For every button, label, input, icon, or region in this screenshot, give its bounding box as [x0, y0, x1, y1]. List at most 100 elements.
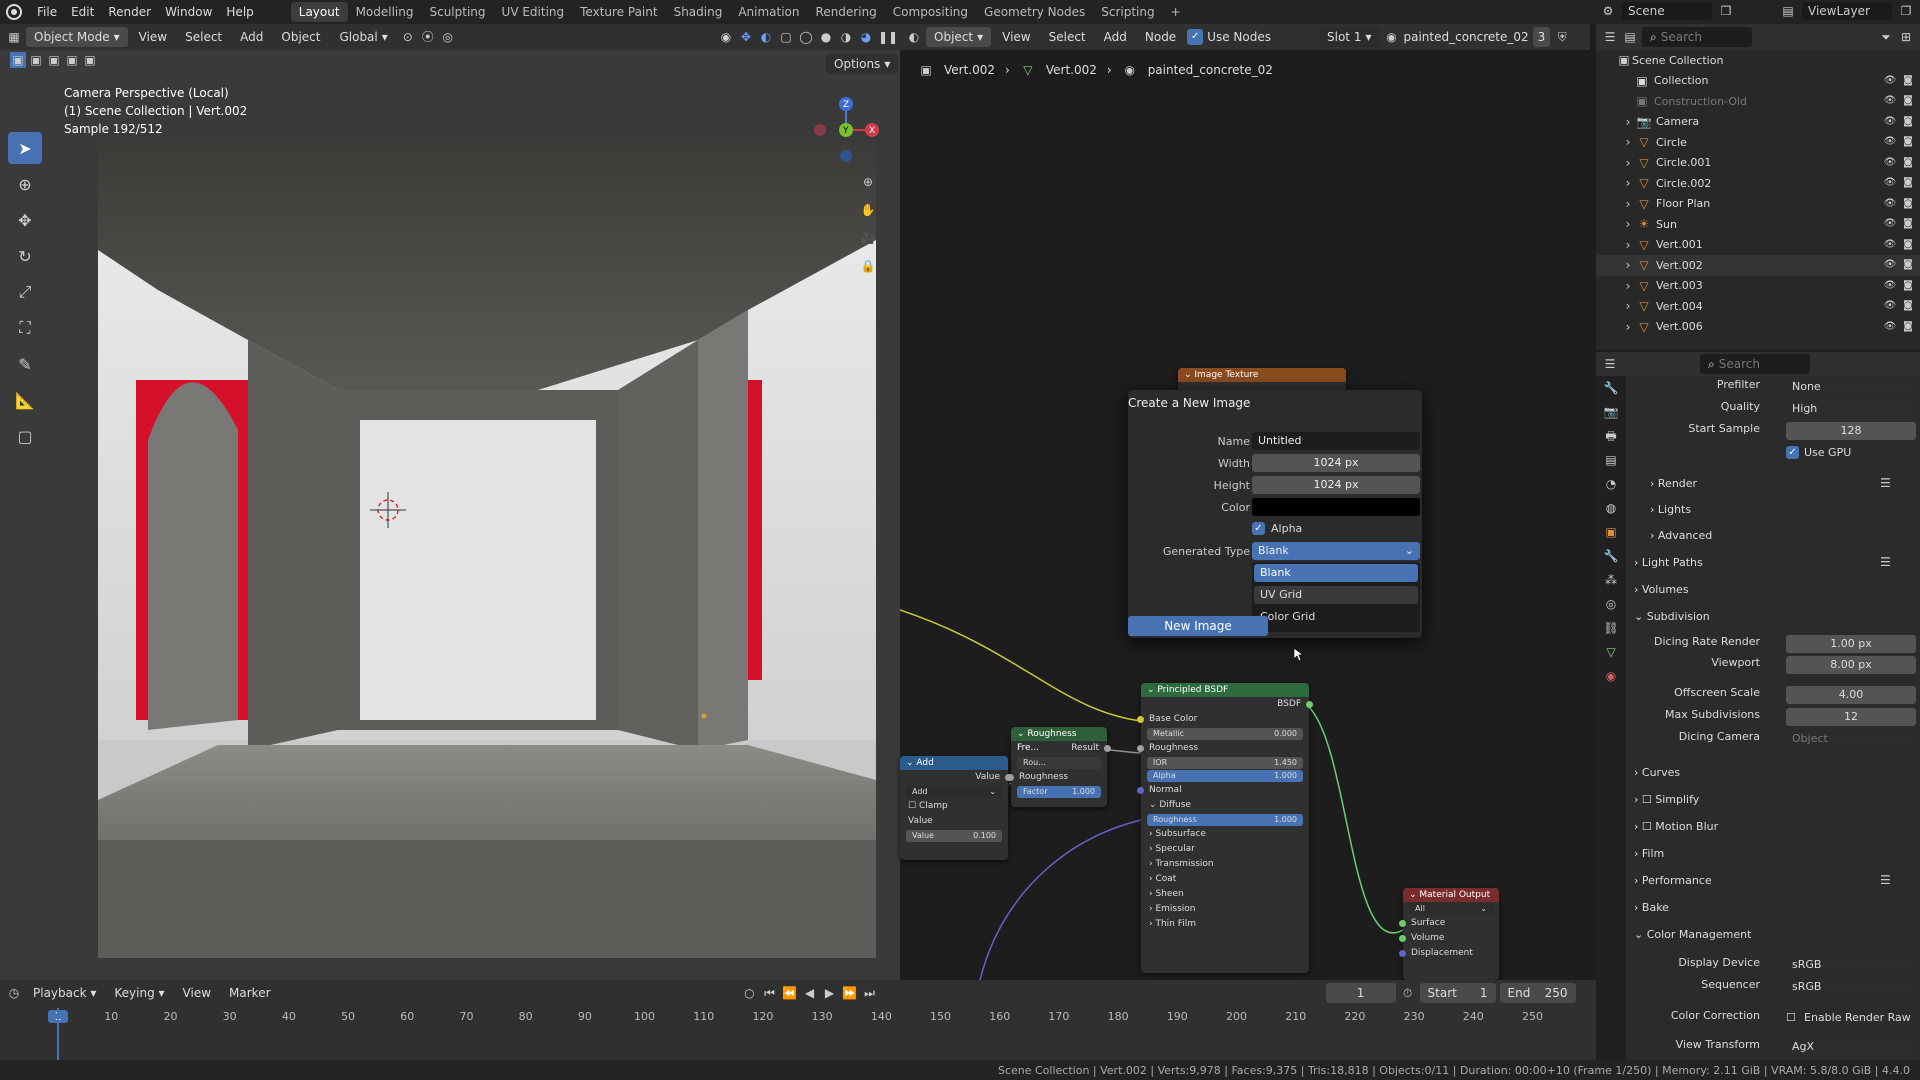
tab-modelling[interactable]: Modelling	[348, 2, 422, 22]
menu-help[interactable]: Help	[219, 5, 260, 19]
render-visibility-icon[interactable]: ◙	[1900, 298, 1916, 314]
select-invert-icon[interactable]: ▣	[64, 52, 80, 68]
constraints-tab-icon[interactable]: ⛓	[1603, 620, 1619, 636]
outliner-item-camera[interactable]: › 📷 Camera 👁 ◙	[1596, 112, 1920, 133]
material-name[interactable]: painted_concrete_02	[1404, 30, 1529, 44]
outliner-item-vert-006[interactable]: › ▽ Vert.006 👁 ◙	[1596, 317, 1920, 338]
orientation-selector[interactable]: Global ▾	[331, 27, 395, 47]
menu-edit[interactable]: Edit	[64, 5, 101, 19]
menu-keying[interactable]: Keying ▾	[107, 984, 171, 1002]
volumes-panel[interactable]: › Volumes	[1634, 583, 1689, 596]
tab-animation[interactable]: Animation	[730, 2, 807, 22]
add-output-socket[interactable]	[1005, 774, 1012, 781]
outliner-item-vert-004[interactable]: › ▽ Vert.004 👁 ◙	[1596, 296, 1920, 317]
stopwatch-icon[interactable]: ⏱	[1400, 985, 1416, 1001]
render-visibility-icon[interactable]: ◙	[1900, 114, 1916, 130]
end-frame-input[interactable]: End 250	[1499, 983, 1576, 1003]
surface-socket[interactable]	[1399, 920, 1406, 927]
physics-tab-icon[interactable]: ◎	[1603, 596, 1619, 612]
new-collection-icon[interactable]: ⊞	[1898, 29, 1914, 45]
tab-texture-paint[interactable]: Texture Paint	[572, 2, 665, 22]
annotate-tool-icon[interactable]: ✎	[8, 348, 42, 380]
playhead[interactable]	[57, 1008, 59, 1066]
tab-geometry-nodes[interactable]: Geometry Nodes	[976, 2, 1093, 22]
jump-end-icon[interactable]: ⏭	[862, 985, 878, 1001]
render-visibility-icon[interactable]: ◙	[1900, 155, 1916, 171]
visibility-eye-icon[interactable]: 👁	[1882, 175, 1898, 191]
render-visibility-icon[interactable]: ◙	[1900, 196, 1916, 212]
expand-chevron-icon[interactable]: ›	[1620, 257, 1636, 273]
bake-panel[interactable]: › Bake	[1634, 901, 1669, 914]
material-output-node[interactable]: ⌄ Material Output All ⌄ Surface Volume Di…	[1399, 888, 1499, 980]
scene-collection-row[interactable]: ▣ Scene Collection	[1596, 50, 1920, 71]
render-subpanel[interactable]: › Render	[1650, 477, 1697, 490]
play-icon[interactable]: ▶	[822, 985, 838, 1001]
outliner-search[interactable]: ⌕ Search	[1642, 27, 1752, 47]
prefilter-dropdown[interactable]: None	[1786, 378, 1916, 396]
camera-view-icon[interactable]: 🎥	[860, 230, 876, 246]
offscreen-input[interactable]: 4.00	[1786, 686, 1916, 704]
use-gpu-checkbox[interactable]: ✓	[1786, 446, 1799, 459]
alpha-checkbox[interactable]: ✓	[1252, 522, 1265, 535]
new-image-button[interactable]: New Image	[1128, 616, 1268, 636]
scene-selector[interactable]: Scene	[1622, 2, 1712, 20]
expand-chevron-icon[interactable]: ›	[1620, 196, 1636, 212]
world-tab-icon[interactable]: ◍	[1603, 500, 1619, 516]
motion-blur-panel[interactable]: › ☐ Motion Blur	[1634, 820, 1718, 833]
particles-tab-icon[interactable]: ⁂	[1603, 572, 1619, 588]
expand-chevron-icon[interactable]: ›	[1620, 134, 1636, 150]
menu-node[interactable]: Node	[1138, 28, 1183, 46]
image-texture-header[interactable]: ⌄ Image Texture	[1178, 368, 1346, 382]
visibility-eye-icon[interactable]: 👁	[1882, 93, 1898, 109]
ior-field[interactable]: IOR 1.450	[1147, 757, 1303, 769]
tab-rendering[interactable]: Rendering	[808, 2, 885, 22]
visibility-eye-icon[interactable]: 👁	[1882, 114, 1898, 130]
thin-film-panel[interactable]: › Thin Film	[1141, 917, 1309, 932]
lights-subpanel[interactable]: › Lights	[1650, 503, 1691, 516]
advanced-subpanel[interactable]: › Advanced	[1650, 529, 1712, 542]
displacement-socket[interactable]	[1399, 950, 1406, 957]
frame-ruler[interactable]: 1102030405060708090100110120130140150160…	[0, 1008, 1596, 1028]
modifier-tab-icon[interactable]: 🔧	[1603, 548, 1619, 564]
alpha-field[interactable]: Alpha 1.000	[1147, 770, 1303, 782]
volume-socket[interactable]	[1399, 935, 1406, 942]
option-blank[interactable]: Blank	[1254, 564, 1418, 582]
visibility-eye-icon[interactable]: 👁	[1882, 134, 1898, 150]
list-icon[interactable]: ☰	[1880, 873, 1891, 887]
properties-editor[interactable]: ☰ ⌕ Search 🔧 📷 🖶 ▤ ◔ ◍ ▣ 🔧 ⁂ ◎ ⛓ ▽ ◉ Pref…	[1596, 352, 1920, 1060]
expand-chevron-icon[interactable]: ›	[1620, 155, 1636, 171]
render-visibility-icon[interactable]: ◙	[1900, 237, 1916, 253]
enable-render-raw-checkbox[interactable]: ☐	[1786, 1011, 1796, 1024]
mode-selector[interactable]: Object Mode ▾	[26, 27, 128, 47]
visibility-eye-icon[interactable]: 👁	[1882, 319, 1898, 335]
viewport-rate-input[interactable]: 8.00 px	[1786, 656, 1916, 674]
expand-chevron-icon[interactable]: ›	[1620, 278, 1636, 294]
slot-selector[interactable]: Slot 1 ▾	[1319, 27, 1380, 47]
navigation-gizmo[interactable]: Z X Y	[800, 90, 880, 170]
copy-icon[interactable]: ❐	[1898, 3, 1914, 19]
tab-layout[interactable]: Layout	[290, 2, 348, 22]
outliner-item-construction-old[interactable]: ▣ Construction-Old 👁 ◙	[1596, 91, 1920, 112]
render-visibility-icon[interactable]: ◙	[1900, 319, 1916, 335]
tab-scripting[interactable]: Scripting	[1093, 2, 1162, 22]
outliner-item-vert-003[interactable]: › ▽ Vert.003 👁 ◙	[1596, 276, 1920, 297]
transmission-panel[interactable]: › Transmission	[1141, 857, 1309, 872]
editor-type-icon[interactable]: ☰	[1602, 29, 1618, 45]
copy-icon[interactable]: ❐	[1718, 3, 1734, 19]
pan-hand-icon[interactable]: ✋	[860, 202, 876, 218]
expand-chevron-icon[interactable]: ›	[1620, 319, 1636, 335]
coat-panel[interactable]: › Coat	[1141, 872, 1309, 887]
select-tool-icon[interactable]: ➤	[8, 132, 42, 164]
roughness-socket[interactable]	[1137, 745, 1144, 752]
select-subtract-icon[interactable]: ▣	[46, 52, 62, 68]
select-extend-icon[interactable]: ▣	[28, 52, 44, 68]
pivot-icon[interactable]: ⊙	[400, 29, 416, 45]
view-layer-selector[interactable]: ViewLayer	[1802, 2, 1892, 20]
visibility-eye-icon[interactable]: 👁	[1882, 298, 1898, 314]
generated-type-dropdown[interactable]: Blank ⌄	[1252, 542, 1420, 560]
height-input[interactable]: 1024 px	[1252, 476, 1420, 494]
measure-tool-icon[interactable]: 📐	[8, 384, 42, 416]
specular-panel[interactable]: › Specular	[1141, 842, 1309, 857]
roughness-group-node[interactable]: ⌄ Roughness Fre... Result Rou... Roughne…	[1007, 727, 1111, 807]
pause-icon[interactable]: ❚❚	[878, 29, 898, 45]
